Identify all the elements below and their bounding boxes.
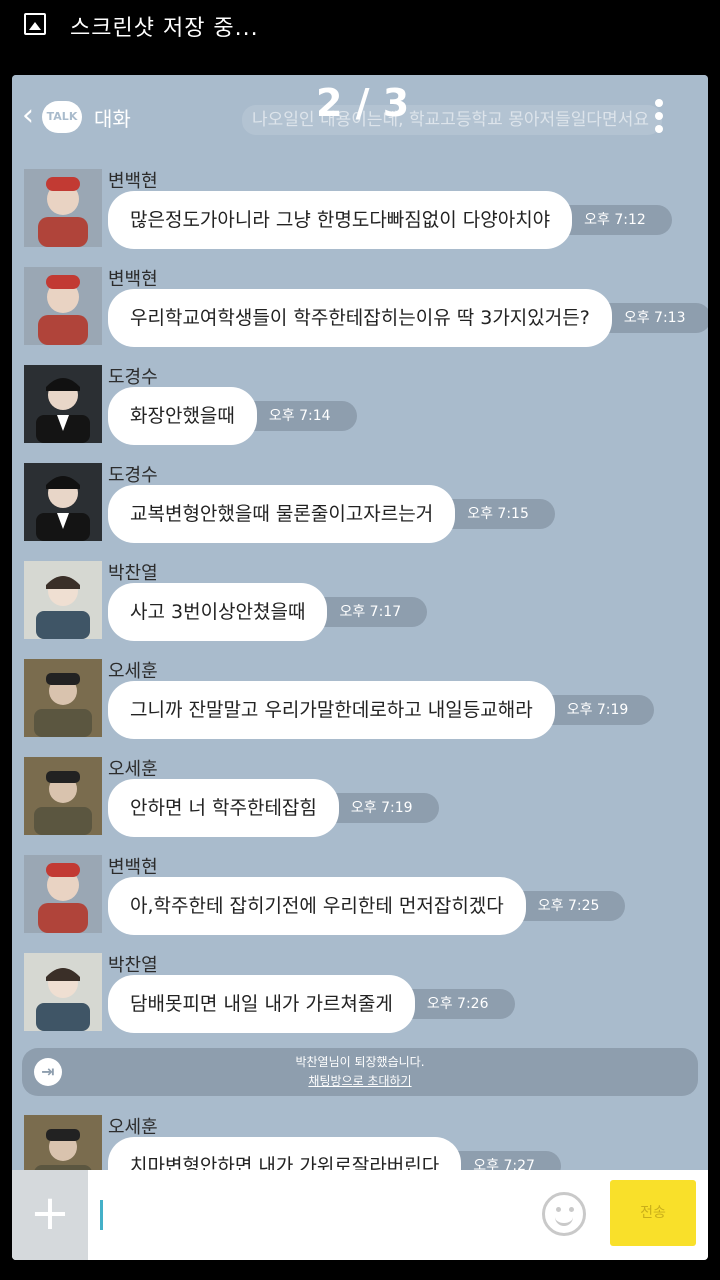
avatar[interactable] [24, 659, 102, 737]
status-bar: 스크린샷 저장 중... [0, 0, 720, 50]
message-row: 변백현 많은정도가아니라 그냥 한명도다빠짐없이 다양아치야 오후 7:12 [12, 159, 708, 249]
page-count: 2 / 3 [316, 81, 410, 125]
talk-logo: TALK [42, 101, 82, 133]
attach-button[interactable]: + [12, 1170, 88, 1260]
chat-list[interactable]: 변백현 많은정도가아니라 그냥 한명도다빠짐없이 다양아치야 오후 7:12 변백… [12, 159, 708, 1170]
message-row: 오세훈 안하면 너 학주한테잡힘 오후 7:19 [12, 747, 708, 837]
sender-name: 변백현 [108, 269, 158, 290]
sender-name: 오세훈 [108, 661, 158, 682]
avatar[interactable] [24, 1115, 102, 1170]
sender-name: 오세훈 [108, 1117, 158, 1138]
sender-name: 박찬열 [108, 563, 158, 584]
emoji-icon[interactable] [542, 1192, 586, 1236]
status-text: 스크린샷 저장 중... [70, 16, 259, 41]
screenshot-icon [24, 13, 46, 35]
message-row: 변백현 우리학교여학생들이 학주한테잡히는이유 딱 3가지있거든? 오후 7:13 [12, 257, 708, 347]
avatar[interactable] [24, 365, 102, 443]
message-bubble[interactable]: 안하면 너 학주한테잡힘 [108, 779, 339, 837]
message-row: 박찬열 담배못피면 내일 내가 가르쳐줄게 오후 7:26 [12, 943, 708, 1033]
message-bubble[interactable]: 담배못피면 내일 내가 가르쳐줄게 [108, 975, 415, 1033]
avatar[interactable] [24, 463, 102, 541]
chat-title: 대화 [94, 107, 131, 131]
message-row: 도경수 교복변형안했을때 물론줄이고자르는거 오후 7:15 [12, 453, 708, 543]
message-bubble[interactable]: 아,학주한테 잡히기전에 우리한테 먼저잡히겠다 [108, 877, 526, 935]
more-menu-icon[interactable] [653, 99, 665, 139]
sender-name: 변백현 [108, 857, 158, 878]
message-row: 도경수 화장안했을때 오후 7:14 [12, 355, 708, 445]
message-bubble[interactable]: 교복변형안했을때 물론줄이고자르는거 [108, 485, 456, 543]
message-row: 오세훈 그니까 잔말말고 우리가말한데로하고 내일등교해라 오후 7:19 [12, 649, 708, 739]
chat-screen: ‹ TALK 대화 나오일인 내용이는데, 학교고등학교 몽아저들일다면서요 2… [12, 75, 708, 1260]
input-bar: + 전송 [12, 1170, 708, 1260]
avatar[interactable] [24, 561, 102, 639]
sender-name: 도경수 [108, 367, 158, 388]
message-row: 박찬열 사고 3번이상안쳤을때 오후 7:17 [12, 551, 708, 641]
header-preview-text: 나오일인 내용이는데, 학교고등학교 몽아저들일다면서요 [242, 105, 662, 135]
notice-text: 박찬열님이 퇴장했습니다. [295, 1055, 425, 1069]
avatar[interactable] [24, 169, 102, 247]
chat-header: ‹ TALK 대화 나오일인 내용이는데, 학교고등학교 몽아저들일다면서요 2… [12, 75, 708, 159]
avatar[interactable] [24, 953, 102, 1031]
message-bubble[interactable]: 우리학교여학생들이 학주한테잡히는이유 딱 3가지있거든? [108, 289, 612, 347]
avatar[interactable] [24, 855, 102, 933]
message-bubble[interactable]: 화장안했을때 [108, 387, 257, 445]
message-bubble[interactable]: 그니까 잔말말고 우리가말한데로하고 내일등교해라 [108, 681, 555, 739]
message-bubble[interactable]: 많은정도가아니라 그냥 한명도다빠짐없이 다양아치야 [108, 191, 573, 249]
sender-name: 오세훈 [108, 759, 158, 780]
message-input[interactable] [98, 1188, 518, 1242]
system-notice: ⇥ 박찬열님이 퇴장했습니다. 채팅방으로 초대하기 [22, 1048, 698, 1096]
message-bubble[interactable]: 치마변형안하면 내가 가위로잘라버린다 [108, 1137, 462, 1170]
sender-name: 도경수 [108, 465, 158, 486]
avatar[interactable] [24, 267, 102, 345]
send-button[interactable]: 전송 [610, 1180, 696, 1246]
message-bubble[interactable]: 사고 3번이상안쳤을때 [108, 583, 328, 641]
invite-link[interactable]: 채팅방으로 초대하기 [22, 1072, 698, 1089]
avatar[interactable] [24, 757, 102, 835]
message-row: 오세훈 치마변형안하면 내가 가위로잘라버린다 오후 7:27 [12, 1105, 708, 1170]
sender-name: 변백현 [108, 171, 158, 192]
sender-name: 박찬열 [108, 955, 158, 976]
text-caret [100, 1200, 103, 1230]
message-row: 변백현 아,학주한테 잡히기전에 우리한테 먼저잡히겠다 오후 7:25 [12, 845, 708, 935]
